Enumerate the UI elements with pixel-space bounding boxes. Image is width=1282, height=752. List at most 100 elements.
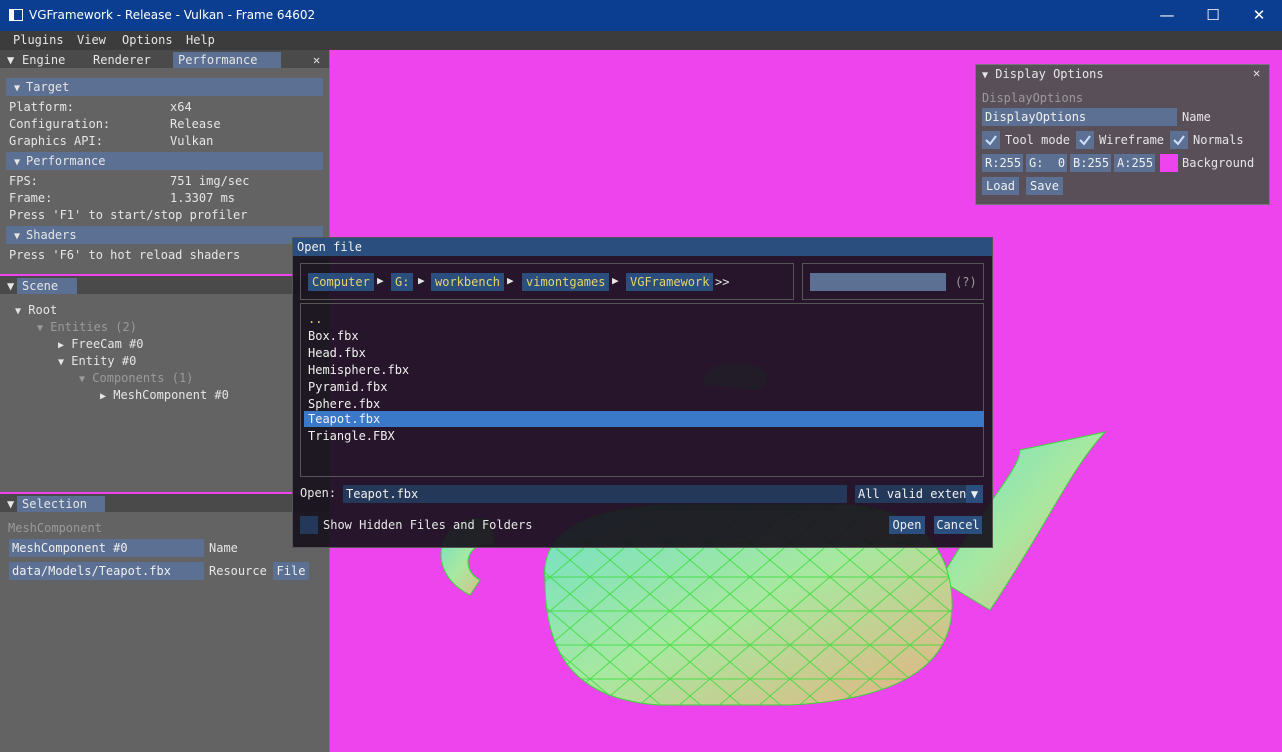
- search-input[interactable]: [810, 273, 946, 291]
- file-button[interactable]: File: [273, 562, 309, 580]
- color-g-input[interactable]: G: 0: [1026, 154, 1067, 172]
- tree-freecam-label: FreeCam #0: [71, 337, 144, 351]
- color-b-input[interactable]: B:255: [1070, 154, 1111, 172]
- configuration-label: Configuration:: [9, 117, 111, 131]
- resource-label: Resource: [209, 564, 267, 578]
- platform-value: x64: [170, 100, 192, 114]
- crumb-separator-icon: ▶: [612, 274, 619, 287]
- crumb-workbench[interactable]: workbench: [431, 273, 505, 291]
- shaders-hint: Press 'F6' to hot reload shaders: [9, 248, 241, 262]
- tool-mode-checkbox[interactable]: [982, 131, 1000, 149]
- component-type-label: MeshComponent: [8, 521, 102, 535]
- load-button[interactable]: Load: [982, 177, 1019, 195]
- display-options-section-label: DisplayOptions: [982, 91, 1084, 105]
- list-item[interactable]: Pyramid.fbx: [304, 379, 984, 395]
- tree-meshcomponent[interactable]: ▶ MeshComponent #0: [100, 388, 229, 402]
- list-item[interactable]: Triangle.FBX: [304, 428, 984, 444]
- minimize-icon[interactable]: —: [1144, 0, 1190, 31]
- color-a-input[interactable]: A:255: [1114, 154, 1155, 172]
- menu-options[interactable]: Options: [122, 33, 173, 47]
- close-icon[interactable]: ✕: [1253, 66, 1260, 80]
- shaders-header[interactable]: ▼ Shaders: [6, 226, 323, 244]
- menu-help[interactable]: Help: [186, 33, 215, 47]
- performance-header-label: Performance: [26, 154, 106, 168]
- target-header-label: Target: [26, 80, 70, 94]
- tab-selection[interactable]: Selection: [17, 496, 105, 512]
- show-hidden-label: Show Hidden Files and Folders: [323, 518, 533, 532]
- tree-root[interactable]: ▼ Root: [15, 303, 57, 317]
- shaders-header-label: Shaders: [26, 228, 77, 242]
- list-item-parent[interactable]: ..: [304, 311, 984, 327]
- maximize-icon[interactable]: ☐: [1190, 0, 1236, 31]
- filename-input[interactable]: Teapot.fbx: [343, 485, 847, 503]
- crumb-computer[interactable]: Computer: [308, 273, 374, 291]
- tree-meshcomponent-label: MeshComponent #0: [113, 388, 229, 402]
- menu-plugins[interactable]: Plugins: [13, 33, 64, 47]
- tree-entities-label: Entities (2): [50, 320, 137, 334]
- collapsed-icon: ▶: [100, 391, 107, 402]
- collapse-icon: ▼: [982, 70, 989, 81]
- tree-freecam[interactable]: ▶ FreeCam #0: [58, 337, 144, 351]
- display-options-title-text: Display Options: [995, 67, 1104, 81]
- tree-entities[interactable]: ▼ Entities (2): [37, 320, 137, 334]
- close-window-icon[interactable]: ✕: [1236, 0, 1282, 31]
- open-button[interactable]: Open: [889, 516, 925, 534]
- save-button[interactable]: Save: [1026, 177, 1063, 195]
- wireframe-label: Wireframe: [1099, 133, 1165, 147]
- fps-label: FPS:: [9, 174, 38, 188]
- help-marker[interactable]: (?): [955, 275, 977, 289]
- normals-checkbox[interactable]: [1170, 131, 1188, 149]
- checkmark-icon: [985, 135, 997, 146]
- list-item[interactable]: Hemisphere.fbx: [304, 362, 984, 378]
- crumb-more[interactable]: >>: [715, 275, 729, 289]
- performance-panel: ▼ Engine Renderer Performance ✕ ▼ Target …: [0, 50, 330, 274]
- crumb-vimontgames[interactable]: vimontgames: [522, 273, 610, 291]
- crumb-drive[interactable]: G:: [391, 273, 414, 291]
- tree-root-label: Root: [28, 303, 58, 317]
- color-r-input[interactable]: R:255: [982, 154, 1023, 172]
- selection-panel: ▼ Selection MeshComponent MeshComponent …: [0, 494, 330, 752]
- platform-label: Platform:: [9, 100, 75, 114]
- configuration-value: Release: [170, 117, 221, 131]
- name-input[interactable]: MeshComponent #0: [9, 539, 204, 557]
- display-options-name-input[interactable]: DisplayOptions: [982, 108, 1177, 126]
- tree-entity-label: Entity #0: [71, 354, 137, 368]
- tab-engine[interactable]: Engine: [17, 52, 70, 68]
- list-item-selected[interactable]: Teapot.fbx: [304, 411, 984, 427]
- wireframe-checkbox[interactable]: [1076, 131, 1094, 149]
- collapse-icon: ▼: [14, 157, 21, 168]
- open-file-dialog: Open file Computer ▶ G: ▶ workbench ▶ vi…: [292, 237, 993, 548]
- collapsed-icon: ▶: [58, 340, 65, 351]
- resource-input[interactable]: data/Models/Teapot.fbx: [9, 562, 204, 580]
- tree-entity[interactable]: ▼ Entity #0: [58, 354, 136, 368]
- app-icon: [9, 9, 23, 21]
- tab-performance[interactable]: Performance: [173, 52, 281, 68]
- tree-components[interactable]: ▼ Components (1): [79, 371, 193, 385]
- frame-value: 1.3307 ms: [170, 191, 236, 205]
- crumb-separator-icon: ▶: [418, 274, 425, 287]
- cancel-button[interactable]: Cancel: [934, 516, 982, 534]
- tab-renderer[interactable]: Renderer: [88, 52, 156, 68]
- close-icon[interactable]: ✕: [308, 52, 325, 68]
- selection-tabbar: ▼ Selection: [0, 494, 329, 512]
- background-color-swatch[interactable]: [1160, 154, 1178, 172]
- show-hidden-checkbox[interactable]: [300, 516, 318, 534]
- chevron-down-icon[interactable]: ▼: [966, 485, 983, 503]
- expand-icon: ▼: [58, 357, 65, 368]
- menu-bar: Plugins View Options Help: [0, 31, 1282, 50]
- collapse-icon: ▼: [14, 83, 21, 94]
- list-item[interactable]: Sphere.fbx: [304, 396, 984, 412]
- expand-icon: ▼: [79, 374, 86, 385]
- target-header[interactable]: ▼ Target: [6, 78, 323, 96]
- dialog-title: Open file: [293, 238, 992, 256]
- menu-view[interactable]: View: [77, 33, 106, 47]
- filter-select[interactable]: All valid exten: [855, 485, 966, 503]
- performance-header[interactable]: ▼ Performance: [6, 152, 323, 170]
- list-item[interactable]: Head.fbx: [304, 345, 984, 361]
- crumb-vgframework[interactable]: VGFramework: [626, 273, 714, 291]
- crumb-separator-icon: ▶: [507, 274, 514, 287]
- tab-scene[interactable]: Scene: [17, 278, 77, 294]
- profiler-hint: Press 'F1' to start/stop profiler: [9, 208, 248, 222]
- panel-tabbar: ▼ Engine Renderer Performance ✕: [0, 50, 329, 68]
- list-item[interactable]: Box.fbx: [304, 328, 984, 344]
